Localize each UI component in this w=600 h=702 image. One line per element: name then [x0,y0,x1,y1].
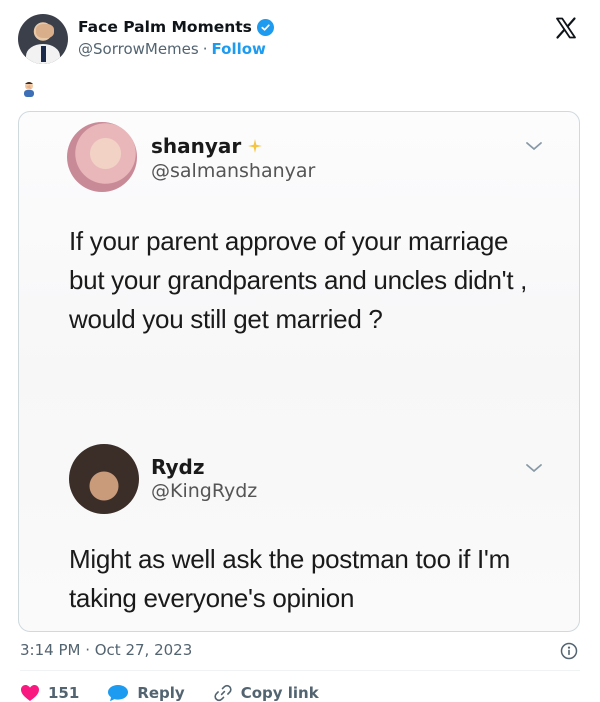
reply-button[interactable]: Reply [107,684,185,702]
meta-row: 3:14 PM · Oct 27, 2023 [20,640,580,662]
author-handle[interactable]: @SorrowMemes [78,40,199,58]
divider [20,670,580,671]
embedded-tweet-name-text: shanyar [151,134,242,158]
copy-link-label: Copy link [240,684,319,702]
embedded-tweet-handle: @KingRydz [151,480,258,502]
separator-dot: · [202,40,208,58]
x-logo-icon[interactable] [554,16,578,40]
embedded-tweet-text: Might as well ask the postman too if I'm… [69,544,510,613]
link-icon [214,684,232,702]
author-avatar[interactable] [18,14,68,64]
action-bar: 151 Reply Copy link [20,682,347,702]
author-display-name[interactable]: Face Palm Moments [78,18,252,36]
tweet-header: Face Palm Moments @SorrowMemes · Follow [18,14,582,68]
author-subline: @SorrowMemes · Follow [78,40,266,58]
info-icon[interactable] [560,642,578,660]
embedded-tweet-text: If your parent approve of your marriage … [69,226,528,334]
embedded-tweet-handle: @salmanshanyar [151,160,316,182]
embedded-tweet-name: Rydz [151,455,205,479]
author-name-row: Face Palm Moments [78,18,274,36]
timestamp-link[interactable]: 3:14 PM · Oct 27, 2023 [20,641,192,659]
reply-bubble-icon [108,685,129,702]
facepalm-emoji [20,80,38,98]
copy-link-button[interactable]: Copy link [213,683,319,702]
like-button[interactable]: 151 [20,684,79,702]
reply-label: Reply [137,684,185,702]
rydz-avatar [69,444,139,514]
like-count: 151 [48,684,80,702]
chevron-down-icon [526,464,542,473]
shanyar-avatar [67,122,137,192]
embedded-tweet-name: shanyar [151,134,263,158]
embedded-image[interactable]: shanyar @salmanshanyar If your parent ap… [18,111,580,632]
verified-badge-icon [256,18,274,36]
follow-button[interactable]: Follow [212,40,266,58]
chevron-down-icon [526,142,542,151]
heart-icon [21,685,39,701]
sparkle-icon [248,139,263,153]
